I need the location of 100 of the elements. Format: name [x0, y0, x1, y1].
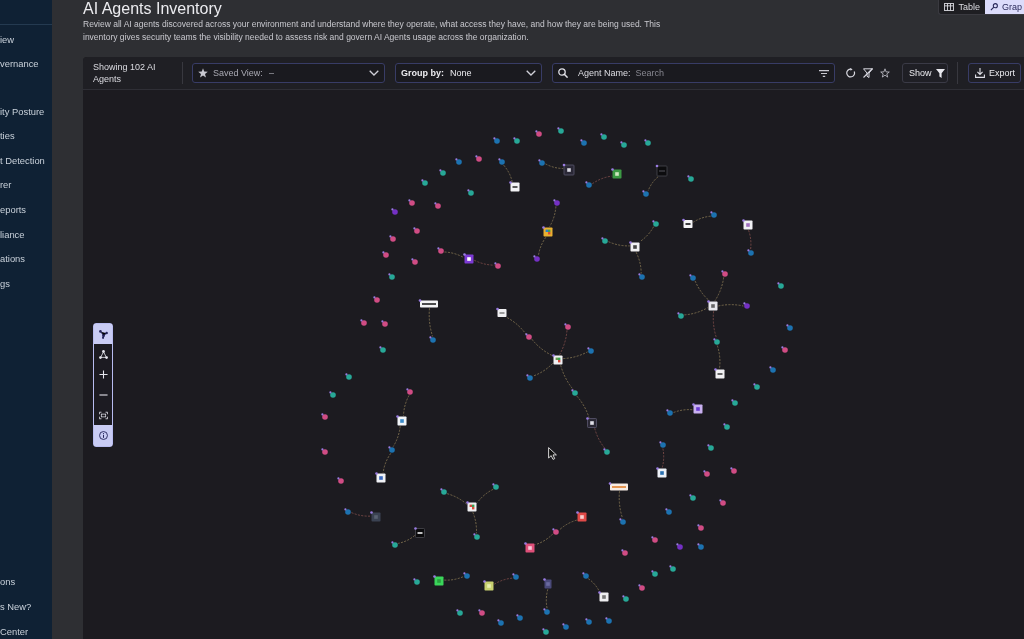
agent-node-icon[interactable] [456, 609, 463, 616]
sidebar-item[interactable]: ations [0, 246, 52, 271]
agent-node-icon[interactable] [389, 235, 396, 242]
agent-node-icon[interactable] [552, 528, 559, 535]
agent-node-icon[interactable] [526, 374, 533, 381]
agent-node-icon[interactable] [638, 584, 645, 591]
agent-node-icon[interactable] [786, 324, 793, 331]
agent-node-icon[interactable] [439, 169, 446, 176]
app-node-icon[interactable] [552, 354, 563, 365]
app-node-icon[interactable] [742, 219, 753, 230]
agent-node-icon[interactable] [642, 190, 649, 197]
agent-node-icon[interactable] [360, 319, 367, 326]
agent-node-icon[interactable] [707, 444, 714, 451]
agent-node-icon[interactable] [463, 572, 470, 579]
agent-node-icon[interactable] [406, 388, 413, 395]
agent-node-icon[interactable] [440, 488, 447, 495]
agent-node-icon[interactable] [542, 628, 549, 635]
layout-button[interactable] [94, 324, 112, 345]
app-node-icon[interactable] [509, 181, 520, 192]
agent-node-icon[interactable] [564, 323, 571, 330]
agent-node-icon[interactable] [677, 312, 684, 319]
agent-node-icon[interactable] [413, 578, 420, 585]
agent-node-icon[interactable] [644, 139, 651, 146]
sidebar-item[interactable]: ties [0, 123, 52, 148]
info-button[interactable] [94, 425, 112, 446]
agent-node-icon[interactable] [553, 199, 560, 206]
app-node-icon[interactable] [542, 226, 553, 237]
agent-node-icon[interactable] [516, 614, 523, 621]
graph-view-tab[interactable]: Grap [985, 0, 1024, 14]
agent-node-icon[interactable] [652, 220, 659, 227]
agent-node-icon[interactable] [344, 508, 351, 515]
agent-node-icon[interactable] [475, 155, 482, 162]
agent-node-icon[interactable] [535, 130, 542, 137]
funnel-cross-icon[interactable] [863, 68, 873, 78]
agent-node-icon[interactable] [533, 255, 540, 262]
agent-node-icon[interactable] [437, 247, 444, 254]
app-node-icon[interactable] [375, 472, 386, 483]
agent-node-icon[interactable] [620, 141, 627, 148]
sidebar-item[interactable]: rer [0, 172, 52, 198]
agent-node-icon[interactable] [473, 533, 480, 540]
agent-node-icon[interactable] [743, 302, 750, 309]
agent-node-icon[interactable] [391, 208, 398, 215]
agent-node-icon[interactable] [388, 273, 395, 280]
app-node-icon[interactable] [463, 253, 474, 264]
agent-node-icon[interactable] [543, 608, 550, 615]
agent-node-icon[interactable] [557, 127, 564, 134]
app-node-icon[interactable] [707, 300, 718, 311]
app-node-icon[interactable] [370, 511, 381, 522]
agent-node-icon[interactable] [638, 273, 645, 280]
saved-view-dropdown[interactable]: Saved View: – [192, 63, 385, 83]
agent-node-icon[interactable] [382, 251, 389, 258]
agent-node-icon[interactable] [622, 595, 629, 602]
app-node-icon[interactable] [496, 307, 507, 317]
agent-node-icon[interactable] [587, 347, 594, 354]
agent-node-icon[interactable] [689, 274, 696, 281]
agent-node-icon[interactable] [697, 543, 704, 550]
agent-node-icon[interactable] [571, 389, 578, 396]
app-node-icon[interactable] [396, 415, 407, 426]
agent-node-icon[interactable] [769, 366, 776, 373]
search-input[interactable]: Search [635, 67, 813, 79]
agent-node-icon[interactable] [421, 179, 428, 186]
sidebar-item[interactable]: ons [0, 569, 52, 595]
sidebar-item[interactable]: ity Posture [0, 98, 52, 124]
agent-node-icon[interactable] [747, 249, 754, 256]
agent-node-icon[interactable] [429, 336, 436, 343]
agent-node-icon[interactable] [676, 543, 683, 550]
agent-node-icon[interactable] [562, 623, 569, 630]
agent-node-icon[interactable] [512, 573, 519, 580]
agent-node-icon[interactable] [689, 494, 696, 501]
search-field[interactable]: Agent Name: Search [552, 63, 835, 83]
agent-node-icon[interactable] [538, 159, 545, 166]
agent-node-icon[interactable] [605, 617, 612, 624]
sidebar-item[interactable]: vernance [0, 51, 52, 77]
agent-node-icon[interactable] [721, 270, 728, 277]
sidebar-item[interactable]: liance [0, 221, 52, 247]
agent-node-icon[interactable] [467, 189, 474, 196]
agent-node-icon[interactable] [494, 262, 501, 269]
agent-node-icon[interactable] [321, 448, 328, 455]
app-node-icon[interactable] [692, 403, 703, 414]
app-node-icon[interactable] [562, 163, 575, 176]
app-node-icon[interactable] [466, 501, 477, 512]
agent-node-icon[interactable] [753, 383, 760, 390]
app-node-icon[interactable] [682, 218, 693, 228]
agent-node-icon[interactable] [600, 133, 607, 140]
agent-node-icon[interactable] [391, 541, 398, 548]
app-node-icon[interactable] [655, 164, 668, 177]
agent-node-icon[interactable] [337, 477, 344, 484]
agent-node-icon[interactable] [345, 373, 352, 380]
agent-node-icon[interactable] [703, 470, 710, 477]
agent-node-icon[interactable] [651, 570, 658, 577]
table-view-tab[interactable]: Table [939, 0, 985, 14]
export-button[interactable]: Export [968, 63, 1021, 83]
app-node-icon[interactable] [656, 467, 667, 478]
agent-node-icon[interactable] [329, 391, 336, 398]
agent-node-icon[interactable] [580, 139, 587, 146]
app-node-icon[interactable] [586, 417, 597, 428]
sidebar-item[interactable]: Center [0, 618, 52, 639]
app-node-icon[interactable] [611, 168, 622, 179]
sidebar-item[interactable]: gs [0, 270, 52, 296]
agent-node-icon[interactable] [455, 158, 462, 165]
